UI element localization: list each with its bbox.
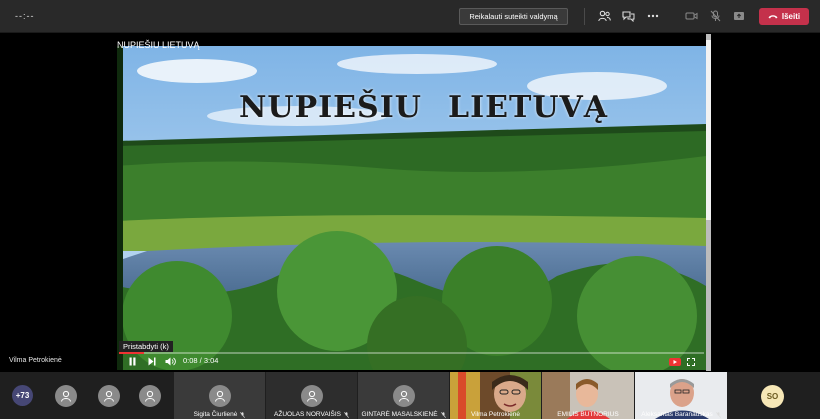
participant-avatar: [300, 385, 323, 407]
participant-name: Sigita Čiurlienė: [193, 411, 238, 418]
participant-name-row: Vilma Petrokienė: [450, 411, 541, 418]
person-icon: [398, 390, 409, 402]
mic-off-icon[interactable]: [708, 9, 722, 23]
participant-name: GINTARĖ MASALSKIENĖ: [361, 411, 438, 418]
share-tray-icon[interactable]: [732, 9, 746, 23]
participant-name-row: Aleksantas Baranauskas: [635, 411, 727, 418]
muted-mic-icon: [440, 411, 446, 418]
slide-heading-right: LIETUVĄ: [448, 90, 609, 125]
request-control-button[interactable]: Reikalauti suteikti valdymą: [459, 8, 568, 25]
participant-name: AŽUOLAS NORVAIŠIS: [274, 411, 341, 418]
video-time: 0:08 / 3:04: [183, 356, 219, 365]
more-options-icon[interactable]: [646, 9, 660, 23]
hang-up-icon: [768, 12, 778, 21]
participant-video-tile[interactable]: Vilma Petrokienė: [450, 372, 541, 419]
muted-mic-icon: [240, 411, 246, 418]
meeting-toolbar: --:-- Reikalauti suteikti valdymą Išeiti: [0, 0, 820, 33]
participant-name-row: AŽUOLAS NORVAIŠIS: [266, 411, 357, 418]
chat-icon[interactable]: [621, 9, 635, 23]
participant-name: EMILIS BUTNORIUS: [557, 411, 619, 418]
person-icon: [145, 390, 155, 402]
muted-mic-icon: [715, 411, 721, 418]
shared-video-frame[interactable]: NUPIEŠIU LIETUVĄ: [117, 46, 706, 370]
participant-initials-avatar[interactable]: SO: [761, 385, 784, 408]
pause-tooltip: Pristabdyti (k): [119, 341, 173, 352]
pause-icon[interactable]: [129, 357, 136, 366]
muted-mic-icon: [343, 411, 349, 418]
person-icon: [214, 390, 225, 402]
presentation-title: NUPIEŠIU LIETUVĄ: [117, 40, 200, 50]
more-participants-badge[interactable]: +73: [12, 385, 33, 406]
participant-name-row: GINTARĖ MASALSKIENĖ: [358, 411, 449, 418]
participant-avatar[interactable]: [55, 385, 77, 407]
volume-icon[interactable]: [165, 357, 176, 366]
participant-avatar: [208, 385, 231, 407]
participant-name: Aleksantas Baranauskas: [641, 411, 713, 418]
video-controls: 0:08 / 3:04: [117, 352, 706, 370]
camera-off-icon[interactable]: [684, 9, 698, 23]
youtube-logo-icon[interactable]: [669, 357, 681, 366]
vertical-scrollbar[interactable]: [706, 34, 711, 371]
participant-name-row: EMILIS BUTNORIUS: [542, 411, 634, 418]
person-icon: [61, 390, 71, 402]
participant-name: Vilma Petrokienė: [470, 411, 521, 418]
next-icon[interactable]: [148, 357, 156, 366]
video-progress-bar[interactable]: [119, 352, 704, 354]
participant-avatar: [392, 385, 415, 407]
participant-tile[interactable]: GINTARĖ MASALSKIENĖ: [358, 372, 449, 419]
slide-heading-left: NUPIEŠIU: [239, 90, 422, 125]
participant-video-tile[interactable]: EMILIS BUTNORIUS: [542, 372, 634, 419]
participant-avatar[interactable]: [98, 385, 120, 407]
participant-video-tile[interactable]: Aleksantas Baranauskas: [635, 372, 727, 419]
people-icon[interactable]: [597, 9, 611, 23]
leave-label: Išeiti: [781, 12, 801, 21]
fullscreen-icon[interactable]: [687, 357, 695, 366]
toolbar-divider: [584, 8, 585, 25]
meeting-timer: --:--: [15, 11, 35, 21]
video-progress-fill: [119, 352, 145, 354]
participant-tile[interactable]: Sigita Čiurlienė: [174, 372, 265, 419]
person-icon: [306, 390, 317, 402]
participant-name-row: Sigita Čiurlienė: [174, 411, 265, 418]
participant-tile[interactable]: AŽUOLAS NORVAIŠIS: [266, 372, 357, 419]
person-icon: [104, 390, 114, 402]
presenter-name: Vilma Petrokienė: [9, 357, 62, 364]
scrollbar-thumb[interactable]: [706, 40, 711, 220]
participant-avatar[interactable]: [139, 385, 161, 407]
leave-button[interactable]: Išeiti: [759, 8, 809, 25]
